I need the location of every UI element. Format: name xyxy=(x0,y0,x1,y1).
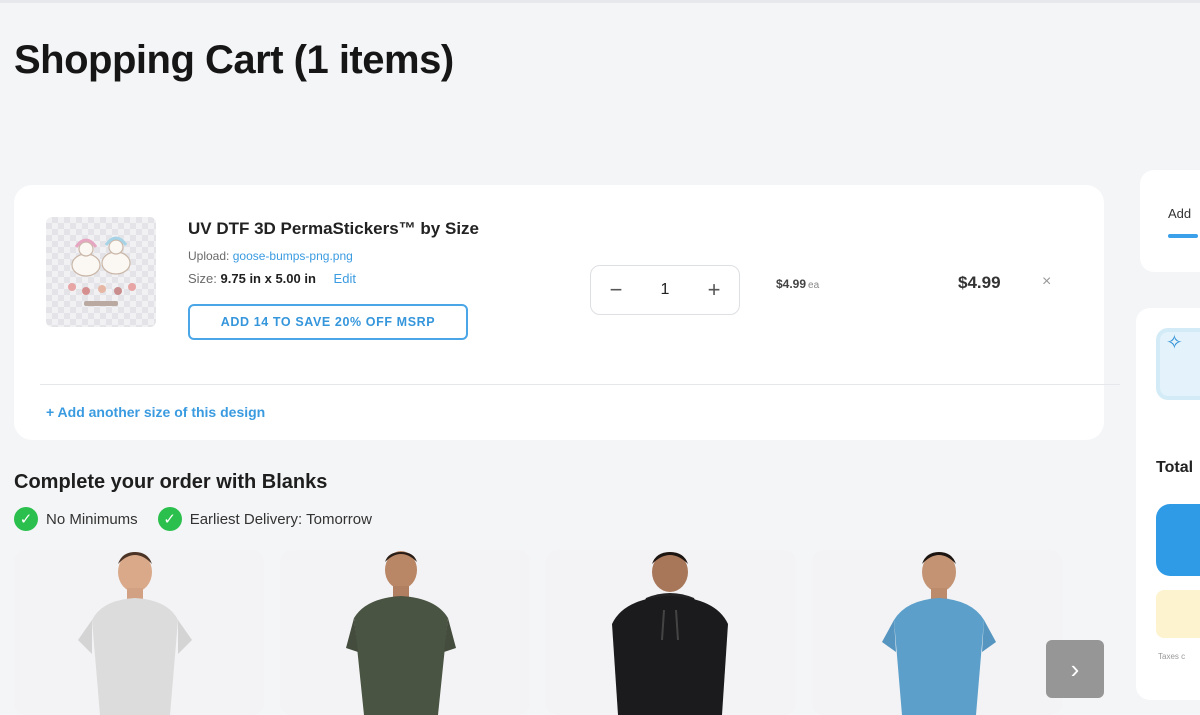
badge-label: No Minimums xyxy=(46,510,138,528)
carousel-next-button[interactable]: › xyxy=(1046,640,1104,698)
upload-info: Upload: goose-bumps-png.png xyxy=(188,249,353,263)
edit-size-link[interactable]: Edit xyxy=(334,271,356,286)
badge-label: Earliest Delivery: Tomorrow xyxy=(189,510,372,528)
order-summary-card: ✧ Total Taxes c xyxy=(1136,308,1200,700)
quantity-value[interactable]: 1 xyxy=(661,281,670,299)
product-tile-black-hoodie[interactable] xyxy=(546,550,796,715)
sticker-preview-image xyxy=(68,236,136,306)
unit-price-suffix: ea xyxy=(808,280,820,291)
size-info: Size: 9.75 in x 5.00 in Edit xyxy=(188,271,356,286)
product-tile-blue-tshirt[interactable] xyxy=(812,550,1062,715)
check-circle-icon: ✓ xyxy=(14,507,38,531)
upload-file-link[interactable]: goose-bumps-png.png xyxy=(233,249,353,263)
top-divider xyxy=(0,0,1200,3)
line-total: $4.99 xyxy=(958,273,1001,292)
unit-price: $4.99 ea xyxy=(776,277,819,291)
blanks-section-title: Complete your order with Blanks xyxy=(14,471,328,493)
sparkle-icon: ✧ xyxy=(1166,332,1183,354)
size-value: 9.75 in x 5.00 in xyxy=(220,271,316,286)
badge-no-minimums: ✓ No Minimums xyxy=(14,507,138,531)
model-photo xyxy=(546,550,796,715)
notice-banner xyxy=(1156,590,1200,638)
badge-earliest-delivery: ✓ Earliest Delivery: Tomorrow xyxy=(157,507,372,531)
total-label: Total xyxy=(1156,459,1194,476)
product-thumbnail[interactable] xyxy=(46,217,156,327)
check-circle-icon: ✓ xyxy=(157,507,182,531)
blanks-badges: ✓ No Minimums ✓ Earliest Delivery: Tomor… xyxy=(14,507,372,531)
add-another-size-link[interactable]: + Add another size of this design xyxy=(46,404,265,420)
upload-label: Upload: xyxy=(188,249,230,263)
remove-item-button[interactable]: × xyxy=(1042,273,1051,291)
quantity-stepper: − 1 + xyxy=(590,265,740,315)
cart-item-card: UV DTF 3D PermaStickers™ by Size Upload:… xyxy=(14,185,1120,440)
page-title: Shopping Cart (1 items) xyxy=(14,38,454,82)
checkout-button[interactable] xyxy=(1156,504,1200,576)
model-photo xyxy=(812,550,1062,715)
taxes-note: Taxes c xyxy=(1158,652,1186,661)
card-divider xyxy=(40,384,1120,385)
model-photo xyxy=(280,550,530,715)
product-tile-olive-tshirt[interactable] xyxy=(280,550,530,715)
product-name: UV DTF 3D PermaStickers™ by Size xyxy=(188,219,480,238)
sidebar-tabs-card: Add xyxy=(1140,170,1200,272)
increase-quantity-button[interactable]: + xyxy=(703,277,725,303)
sidebar-tab-add[interactable]: Add xyxy=(1168,206,1191,221)
decrease-quantity-button[interactable]: − xyxy=(605,277,627,303)
active-tab-indicator xyxy=(1168,234,1198,238)
product-tile-white-tshirt[interactable] xyxy=(14,550,264,715)
volume-discount-button[interactable]: ADD 14 TO SAVE 20% OFF MSRP xyxy=(188,304,468,340)
model-photo xyxy=(14,550,264,715)
unit-price-value: $4.99 xyxy=(776,277,807,291)
size-label: Size: xyxy=(188,271,217,286)
